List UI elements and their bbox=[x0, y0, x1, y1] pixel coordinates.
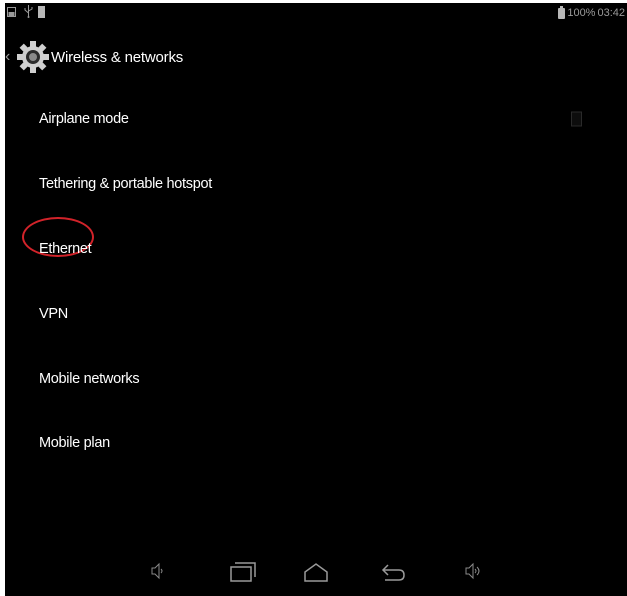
navigation-bar bbox=[5, 556, 627, 596]
download-icon bbox=[38, 6, 45, 18]
list-item-ethernet[interactable]: Ethernet bbox=[5, 217, 627, 274]
clock: 03:42 bbox=[597, 7, 625, 19]
list-item-label: Mobile networks bbox=[39, 371, 140, 387]
list-item-vpn[interactable]: VPN bbox=[5, 289, 627, 339]
recent-apps-icon[interactable] bbox=[230, 562, 256, 582]
settings-gear-icon[interactable] bbox=[16, 40, 50, 74]
list-item-mobile-networks[interactable]: Mobile networks bbox=[5, 354, 627, 404]
action-bar[interactable]: ‹ Wireless & networks bbox=[5, 34, 627, 80]
list-item-label: Airplane mode bbox=[39, 111, 129, 127]
list-item-label: Ethernet bbox=[39, 241, 92, 257]
airplane-mode-checkbox[interactable] bbox=[571, 111, 582, 127]
list-item-label: VPN bbox=[39, 306, 68, 322]
back-icon[interactable] bbox=[381, 562, 407, 582]
volume-up-icon[interactable] bbox=[465, 562, 483, 580]
battery-percent: 100% bbox=[567, 7, 596, 19]
usb-icon bbox=[24, 5, 33, 18]
battery-charging-icon bbox=[558, 5, 566, 19]
android-screen: 100% 03:42 ‹ Wireless & networks Airplan… bbox=[5, 3, 627, 596]
page-title: Wireless & networks bbox=[51, 48, 184, 66]
list-item-airplane-mode[interactable]: Airplane mode bbox=[5, 94, 627, 144]
list-item-label: Mobile plan bbox=[39, 435, 110, 451]
screenshot-notification-icon bbox=[7, 7, 16, 17]
status-bar: 100% 03:42 bbox=[5, 3, 627, 25]
list-item-tethering[interactable]: Tethering & portable hotspot bbox=[5, 159, 627, 209]
chevron-left-icon[interactable]: ‹ bbox=[5, 49, 14, 65]
volume-down-icon[interactable] bbox=[151, 562, 165, 580]
status-right: 100% 03:42 bbox=[558, 5, 625, 20]
home-icon[interactable] bbox=[303, 562, 329, 582]
list-item-mobile-plan[interactable]: Mobile plan bbox=[5, 418, 627, 468]
list-item-label: Tethering & portable hotspot bbox=[39, 176, 212, 192]
